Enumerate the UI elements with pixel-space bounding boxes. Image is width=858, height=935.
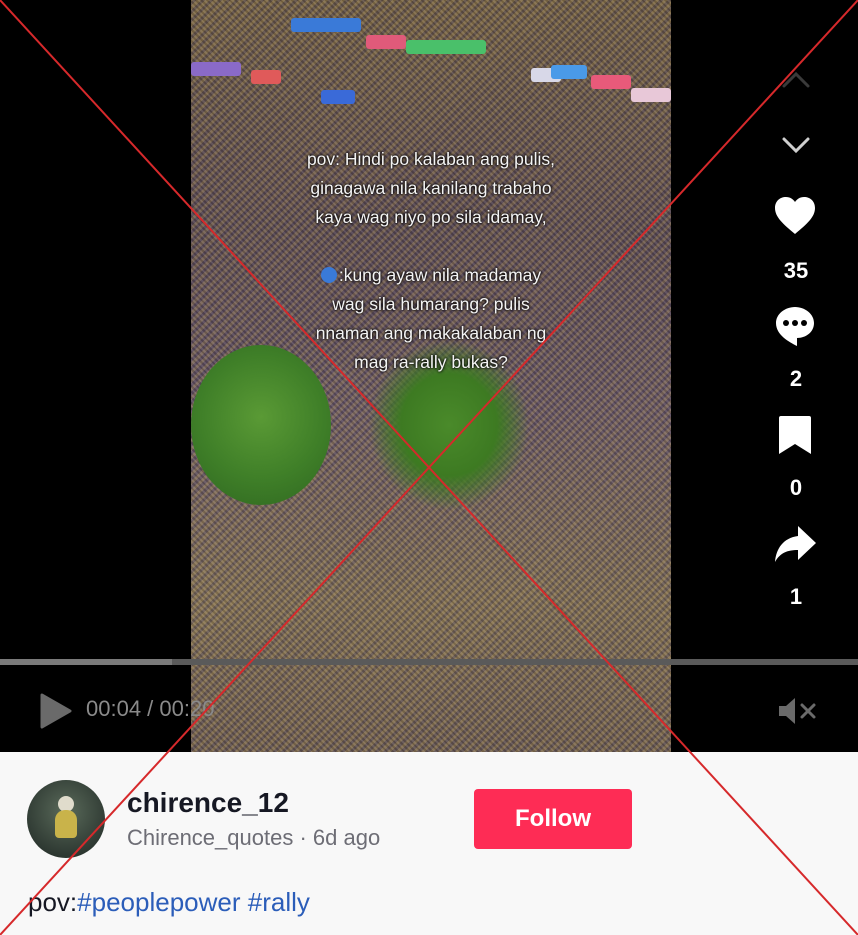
display-name[interactable]: Chirence_quotes — [127, 825, 293, 850]
play-icon[interactable] — [38, 692, 74, 730]
follow-button[interactable]: Follow — [474, 789, 632, 849]
video-player[interactable]: pov: Hindi po kalaban ang pulis, ginagaw… — [0, 0, 858, 752]
like-count: 35 — [783, 258, 809, 283]
hashtag-link[interactable]: #peoplepower — [77, 887, 240, 917]
avatar[interactable] — [27, 780, 105, 858]
hashtag-link[interactable]: #rally — [248, 887, 310, 917]
overlay-line: ginagawa nila kanilang trabaho — [310, 178, 552, 198]
overlay-line: :kung ayaw nila madamay — [338, 265, 542, 285]
video-caption-overlay: pov: Hindi po kalaban ang pulis, ginagaw… — [191, 145, 671, 377]
progress-fill — [0, 659, 172, 665]
progress-bar[interactable] — [0, 659, 858, 665]
tents-decoration — [191, 0, 671, 120]
chevron-down-icon[interactable] — [780, 134, 812, 156]
post-date: 6d ago — [312, 825, 381, 850]
overlay-line: wag sila humarang? pulis — [332, 294, 530, 314]
comment-count: 2 — [789, 366, 803, 391]
overlay-line: nnaman ang makakalaban ng — [315, 323, 547, 343]
comment-icon[interactable] — [773, 304, 817, 348]
share-count: 1 — [789, 584, 803, 609]
heart-icon[interactable] — [773, 194, 817, 238]
avatar-figure — [55, 810, 77, 838]
overlay-line: kaya wag niyo po sila idamay, — [315, 207, 547, 227]
bookmark-count: 0 — [789, 475, 803, 500]
username[interactable]: chirence_12 — [127, 787, 289, 819]
chevron-up-icon[interactable] — [780, 68, 812, 90]
overlay-line-with-dot: :kung ayaw nila madamay — [191, 261, 671, 290]
video-description: pov:#peoplepower #rally — [28, 887, 310, 918]
caption-prefix: pov: — [28, 887, 78, 917]
bookmark-icon[interactable] — [773, 413, 817, 457]
muted-speaker-icon[interactable] — [777, 695, 817, 727]
blue-circle-emoji — [320, 267, 337, 283]
share-icon[interactable] — [773, 522, 817, 566]
overlay-line: mag ra-rally bukas? — [354, 352, 508, 372]
overlay-line: pov: Hindi po kalaban ang pulis, — [306, 149, 556, 169]
time-display: 00:04 / 00:20 — [86, 696, 215, 721]
author-meta: Chirence_quotes · 6d ago — [127, 825, 381, 850]
